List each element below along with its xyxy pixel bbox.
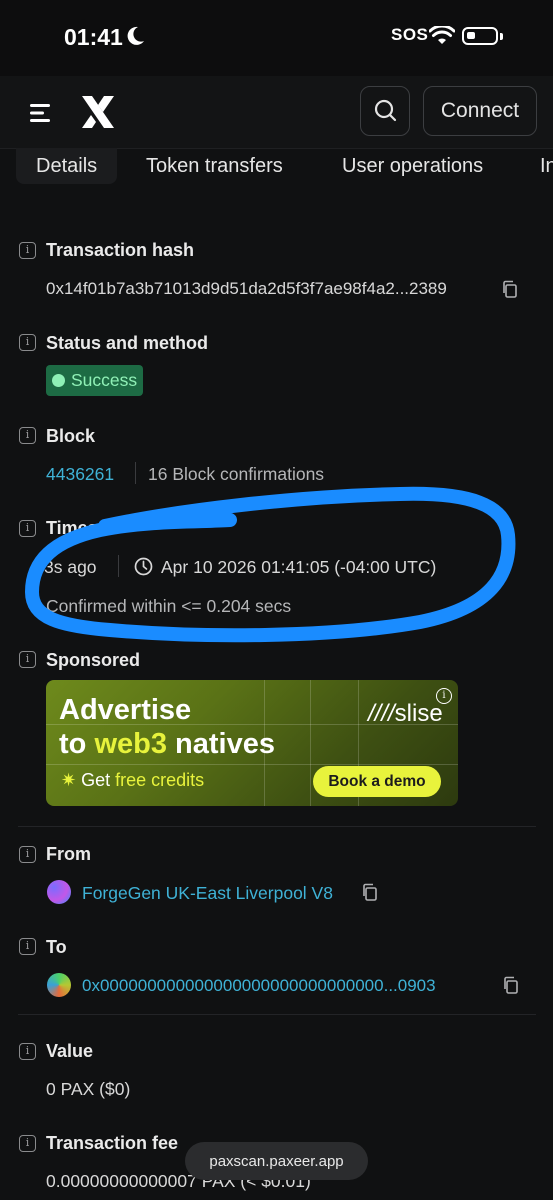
from-label: From: [46, 844, 91, 864]
search-icon: [374, 99, 396, 121]
block-confirmations: 16 Block confirmations: [148, 464, 325, 484]
status-badge: Success: [46, 365, 144, 396]
timestamp-label: Timest: [46, 518, 104, 538]
paxscan-logo-icon[interactable]: [78, 92, 118, 132]
to-address-link[interactable]: 0x000000000000000000000000000000...0903: [82, 976, 436, 996]
tx-hash-label: Transaction hash: [46, 240, 195, 260]
sos-indicator: SOS: [391, 25, 429, 44]
to-label: To: [46, 937, 67, 957]
divider: [18, 826, 536, 827]
block-label: Block: [46, 426, 96, 446]
search-button[interactable]: [360, 86, 410, 136]
ad-brand: ////slise: [368, 700, 443, 727]
from-avatar: [47, 880, 71, 904]
divider: [18, 1014, 536, 1015]
book-demo-button[interactable]: Book a demo: [313, 766, 441, 797]
value-amount: 0 PAX ($0): [46, 1079, 131, 1099]
ad-banner[interactable]: Advertise to web3 natives ✷ Get free cre…: [46, 680, 458, 806]
hamburger-menu-icon[interactable]: [22, 98, 58, 128]
tx-hash-value: 0x14f01b7a3b71013d9d51da2d5f3f7ae98f4a2.…: [46, 279, 447, 298]
block-number-link[interactable]: 4436261: [46, 464, 114, 485]
check-circle-icon: [52, 374, 65, 387]
info-icon[interactable]: i: [19, 520, 36, 537]
tab-internal-txns[interactable]: In: [540, 148, 553, 184]
ad-headline-2: to web3 natives: [59, 728, 275, 760]
tab-details[interactable]: Details: [16, 148, 118, 184]
copy-icon[interactable]: [361, 883, 379, 902]
clock: 01:41: [64, 24, 123, 50]
tab-user-operations[interactable]: User operations: [342, 148, 483, 184]
separator: [118, 555, 119, 577]
battery-tip: [500, 33, 503, 40]
separator: [135, 462, 136, 484]
info-icon[interactable]: i: [19, 427, 36, 444]
status-bar: 01:41 SOS: [0, 0, 553, 76]
info-icon[interactable]: i: [19, 938, 36, 955]
ad-info-icon[interactable]: i: [436, 688, 452, 704]
timestamp-datetime: Apr 10 2026 01:41:05 (-04:00 UTC): [161, 557, 437, 577]
connect-wallet-button[interactable]: Connect: [423, 86, 537, 136]
timestamp-ago: 3s ago: [44, 557, 97, 577]
clock-icon: [134, 557, 153, 576]
browser-url-pill[interactable]: paxscan.paxeer.app: [185, 1142, 368, 1180]
copy-icon[interactable]: [502, 976, 520, 995]
fee-label: Transaction fee: [46, 1133, 179, 1153]
tab-bar: Details Token transfers User operations …: [0, 148, 553, 186]
info-icon[interactable]: i: [19, 334, 36, 351]
to-avatar: [47, 973, 71, 997]
info-icon[interactable]: i: [19, 651, 36, 668]
ad-headline: Advertise: [59, 694, 192, 726]
info-icon[interactable]: i: [19, 242, 36, 259]
wifi-icon: [429, 26, 455, 44]
timestamp-confirmed: Confirmed within <= 0.204 secs: [46, 596, 292, 616]
tab-token-transfers[interactable]: Token transfers: [146, 148, 283, 184]
copy-icon[interactable]: [501, 280, 519, 299]
app-header: Connect: [0, 76, 553, 149]
status-label: Status and method: [46, 333, 209, 353]
from-address-link[interactable]: ForgeGen UK-East Liverpool V8: [82, 883, 333, 904]
ad-credits-text: ✷ Get free credits: [61, 770, 205, 790]
moon-icon: [127, 26, 144, 45]
info-icon[interactable]: i: [19, 1135, 36, 1152]
info-icon[interactable]: i: [19, 846, 36, 863]
value-label: Value: [46, 1041, 94, 1061]
sponsored-label: Sponsored: [46, 650, 141, 670]
status-badge-text: Success: [71, 370, 138, 390]
battery-icon: [462, 27, 498, 45]
info-icon[interactable]: i: [19, 1043, 36, 1060]
